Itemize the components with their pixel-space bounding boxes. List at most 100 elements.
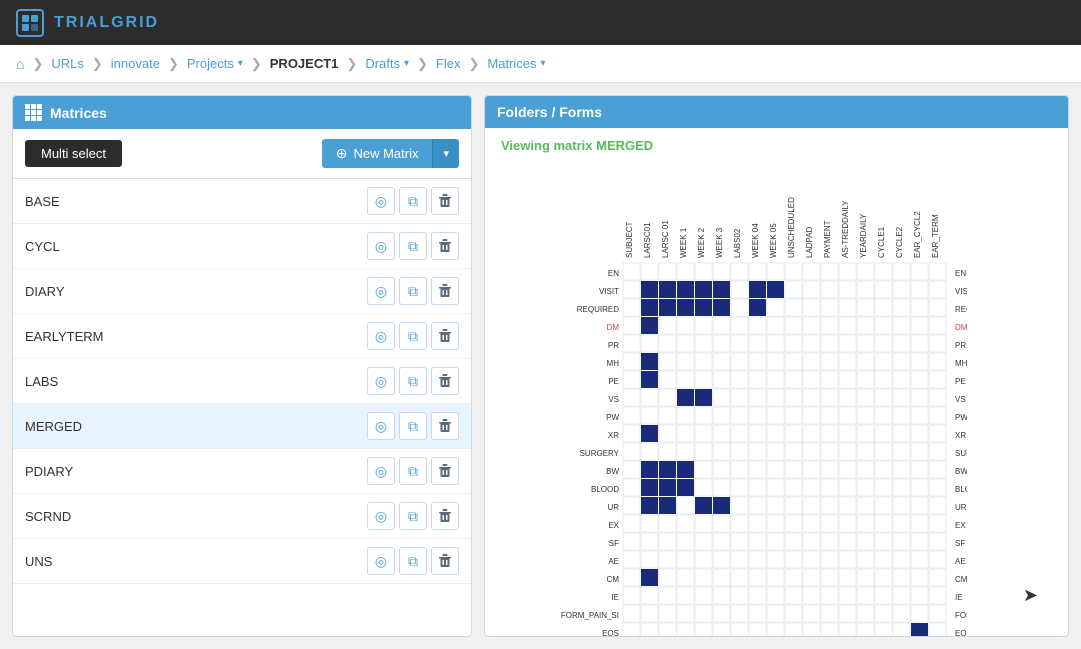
breadcrumb-innovate[interactable]: innovate [107,54,164,73]
svg-text:UR: UR [955,503,967,512]
svg-text:PR: PR [608,341,619,350]
matrices-panel-title: Matrices [50,105,107,121]
svg-text:WEEK 05: WEEK 05 [769,223,778,258]
matrix-actions: ◎ ⧉ [367,412,459,440]
matrix-delete-button[interactable] [431,277,459,305]
matrix-name: BASE [25,194,367,209]
matrix-item[interactable]: SCRND ◎ ⧉ [13,494,471,539]
breadcrumb-matrices-label: Matrices [487,56,536,71]
folders-forms-panel: Folders / Forms Viewing matrix MERGED SU… [484,95,1069,637]
matrix-item[interactable]: CYCL ◎ ⧉ [13,224,471,269]
matrix-item[interactable]: UNS ◎ ⧉ [13,539,471,584]
logo-text: TRIALGRID [54,14,159,32]
svg-text:VISIT: VISIT [599,287,619,296]
breadcrumb-sep-1: ❯ [92,56,103,72]
svg-text:LARSC 01: LARSC 01 [661,220,670,258]
navbar: TRIALGRID [0,0,1081,45]
matrix-copy-button[interactable]: ⧉ [399,502,427,530]
breadcrumb-flex-label: Flex [436,56,461,71]
matrices-panel: Matrices Multi select ⊕ New Matrix ▾ BAS… [12,95,472,637]
matrix-copy-button[interactable]: ⧉ [399,322,427,350]
matrix-item[interactable]: BASE ◎ ⧉ [13,179,471,224]
matrix-item[interactable]: MERGED ◎ ⧉ [13,404,471,449]
breadcrumb-drafts[interactable]: Drafts ▾ [361,54,413,73]
matrix-view-button[interactable]: ◎ [367,277,395,305]
matrix-copy-button[interactable]: ⧉ [399,187,427,215]
breadcrumb-sep-3: ❯ [251,56,262,72]
matrix-view-button[interactable]: ◎ [367,187,395,215]
breadcrumb-projects[interactable]: Projects ▾ [183,54,247,73]
new-matrix-button-group: ⊕ New Matrix ▾ [322,139,459,168]
svg-text:WEEK 04: WEEK 04 [751,223,760,258]
matrix-visualization: SUBJECTLARSC01LARSC 01WEEK 1WEEK 2WEEK 3… [485,159,1068,636]
matrix-copy-button[interactable]: ⧉ [399,457,427,485]
matrix-item[interactable]: EARLYTERM ◎ ⧉ [13,314,471,359]
matrix-copy-button[interactable]: ⧉ [399,232,427,260]
breadcrumb-flex[interactable]: Flex [432,54,465,73]
matrix-view-button[interactable]: ◎ [367,547,395,575]
matrix-item[interactable]: DIARY ◎ ⧉ [13,269,471,314]
svg-text:EOS: EOS [955,629,967,636]
matrix-delete-button[interactable] [431,457,459,485]
breadcrumb-matrices[interactable]: Matrices ▾ [483,54,549,73]
svg-text:WEEK 2: WEEK 2 [697,227,706,258]
folders-forms-header: Folders / Forms [485,96,1068,128]
svg-text:LARSC01: LARSC01 [643,222,652,258]
matrix-actions: ◎ ⧉ [367,187,459,215]
new-matrix-button[interactable]: ⊕ New Matrix [322,139,433,168]
breadcrumb-urls[interactable]: URLs [47,54,88,73]
svg-text:LABS02: LABS02 [733,228,742,258]
breadcrumb-sep-6: ❯ [468,56,479,72]
matrix-view-button[interactable]: ◎ [367,322,395,350]
svg-text:CM: CM [607,575,620,584]
grid-icon [25,104,42,121]
svg-text:LADPAD: LADPAD [805,226,814,258]
svg-text:FORM_PAIN_SI: FORM_PAIN_SI [955,611,967,620]
matrix-view-button[interactable]: ◎ [367,412,395,440]
svg-text:MH: MH [955,359,967,368]
multi-select-button[interactable]: Multi select [25,140,122,167]
matrix-view-button[interactable]: ◎ [367,232,395,260]
matrix-copy-button[interactable]: ⧉ [399,412,427,440]
matrix-delete-button[interactable] [431,232,459,260]
svg-text:CYCLE1: CYCLE1 [877,226,886,258]
matrix-item[interactable]: LABS ◎ ⧉ [13,359,471,404]
svg-text:DM: DM [955,323,967,332]
matrix-delete-button[interactable] [431,547,459,575]
matrices-panel-header: Matrices [13,96,471,129]
matrix-actions: ◎ ⧉ [367,232,459,260]
matrix-delete-button[interactable] [431,322,459,350]
svg-text:AE: AE [608,557,619,566]
breadcrumb-project1[interactable]: PROJECT1 [266,54,343,73]
svg-text:FORM_PAIN_SI: FORM_PAIN_SI [561,611,619,620]
matrix-copy-button[interactable]: ⧉ [399,547,427,575]
breadcrumb-urls-label: URLs [51,56,84,71]
matrix-grid-svg: SUBJECTLARSC01LARSC 01WEEK 1WEEK 2WEEK 3… [493,163,967,636]
breadcrumb-home[interactable]: ⌂ [12,54,28,74]
matrix-view-button[interactable]: ◎ [367,367,395,395]
svg-text:PE: PE [608,377,619,386]
matrix-name: LABS [25,374,367,389]
svg-text:EN: EN [955,269,966,278]
svg-text:WEEK 3: WEEK 3 [715,227,724,258]
matrix-view-button[interactable]: ◎ [367,457,395,485]
svg-text:BW: BW [606,467,619,476]
matrix-copy-button[interactable]: ⧉ [399,367,427,395]
matrices-caret-icon: ▾ [541,58,546,69]
svg-text:SURGERY: SURGERY [955,449,967,458]
svg-text:PE: PE [955,377,966,386]
matrix-delete-button[interactable] [431,367,459,395]
new-matrix-dropdown-button[interactable]: ▾ [432,139,459,168]
svg-text:EAR_TERM: EAR_TERM [931,214,940,258]
matrix-delete-button[interactable] [431,502,459,530]
svg-text:PAYMENT: PAYMENT [823,220,832,258]
svg-text:CM: CM [955,575,967,584]
svg-text:VISIT: VISIT [955,287,967,296]
matrix-delete-button[interactable] [431,412,459,440]
matrix-delete-button[interactable] [431,187,459,215]
svg-text:PR: PR [955,341,966,350]
matrix-item[interactable]: PDIARY ◎ ⧉ [13,449,471,494]
matrix-name: CYCL [25,239,367,254]
matrix-view-button[interactable]: ◎ [367,502,395,530]
matrix-copy-button[interactable]: ⧉ [399,277,427,305]
